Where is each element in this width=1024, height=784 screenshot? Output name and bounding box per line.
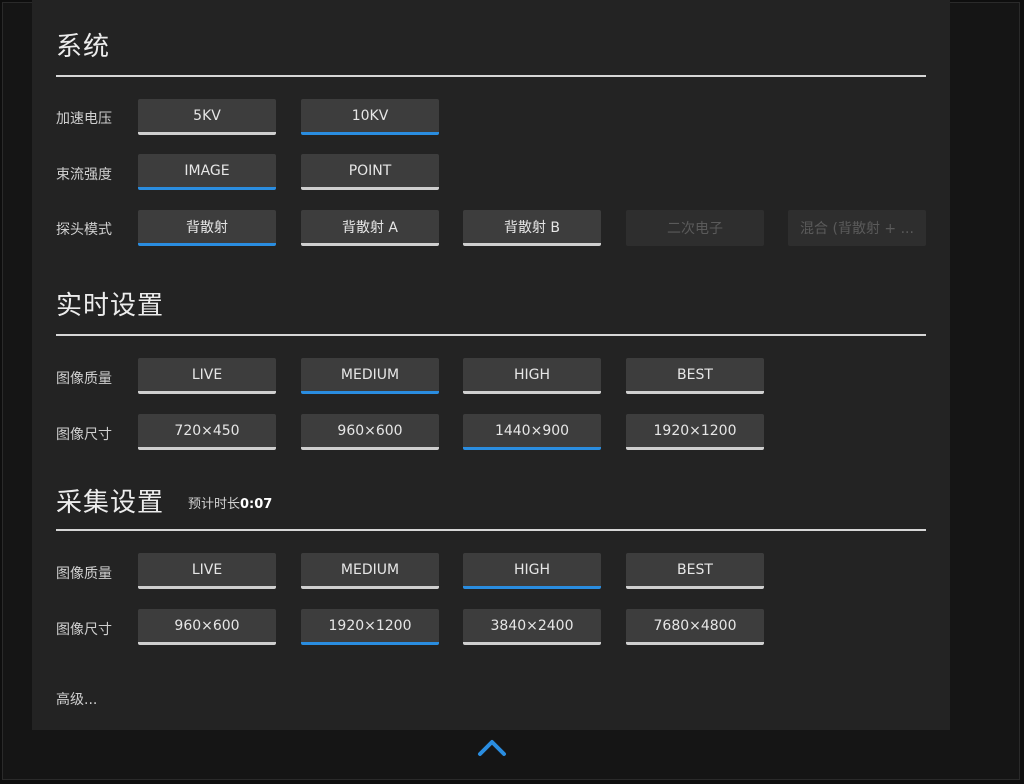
realtime-quality-best-button[interactable]: BEST <box>626 358 764 394</box>
realtime-size-720-button[interactable]: 720×450 <box>138 414 276 450</box>
detector-bse-button[interactable]: 背散射 <box>138 210 276 246</box>
detector-mixed-button: 混合 (背散射 + ... <box>788 210 926 246</box>
detector-bse-b-button[interactable]: 背散射 B <box>463 210 601 246</box>
acquisition-quality-high-button[interactable]: HIGH <box>463 553 601 589</box>
estimated-duration-label: 预计时长 <box>188 497 241 512</box>
voltage-10kv-button[interactable]: 10KV <box>301 99 439 135</box>
realtime-quality-live-button[interactable]: LIVE <box>138 358 276 394</box>
beam-image-button[interactable]: IMAGE <box>138 154 276 190</box>
acquisition-size-7680-button[interactable]: 7680×4800 <box>626 609 764 645</box>
realtime-size-label: 图像尺寸 <box>56 427 112 443</box>
detector-bse-a-button[interactable]: 背散射 A <box>301 210 439 246</box>
acquisition-size-label: 图像尺寸 <box>56 622 112 638</box>
detector-label: 探头模式 <box>56 222 112 238</box>
realtime-size-1440-button[interactable]: 1440×900 <box>463 414 601 450</box>
realtime-size-960-button[interactable]: 960×600 <box>301 414 439 450</box>
divider <box>56 334 926 336</box>
chevron-up-icon[interactable] <box>476 734 508 760</box>
acquisition-quality-best-button[interactable]: BEST <box>626 553 764 589</box>
section-title-realtime: 实时设置 <box>56 291 165 321</box>
acquisition-size-1920-button[interactable]: 1920×1200 <box>301 609 439 645</box>
acquisition-size-3840-button[interactable]: 3840×2400 <box>463 609 601 645</box>
advanced-link[interactable]: 高级... <box>56 689 97 709</box>
estimated-duration-value: 0:07 <box>240 497 273 512</box>
beam-point-button[interactable]: POINT <box>301 154 439 190</box>
acquisition-size-960-button[interactable]: 960×600 <box>138 609 276 645</box>
divider <box>56 75 926 77</box>
realtime-quality-label: 图像质量 <box>56 371 112 387</box>
estimated-duration: 预计时长0:07 <box>188 493 272 512</box>
detector-se-button: 二次电子 <box>626 210 764 246</box>
realtime-quality-medium-button[interactable]: MEDIUM <box>301 358 439 394</box>
beam-label: 束流强度 <box>56 167 112 183</box>
acquisition-quality-medium-button[interactable]: MEDIUM <box>301 553 439 589</box>
section-title-acquisition: 采集设置 <box>56 488 165 518</box>
voltage-label: 加速电压 <box>56 111 112 127</box>
divider <box>56 529 926 531</box>
realtime-quality-high-button[interactable]: HIGH <box>463 358 601 394</box>
voltage-5kv-button[interactable]: 5KV <box>138 99 276 135</box>
realtime-size-1920-button[interactable]: 1920×1200 <box>626 414 764 450</box>
acquisition-quality-live-button[interactable]: LIVE <box>138 553 276 589</box>
section-title-system: 系统 <box>56 32 111 62</box>
acquisition-quality-label: 图像质量 <box>56 566 112 582</box>
